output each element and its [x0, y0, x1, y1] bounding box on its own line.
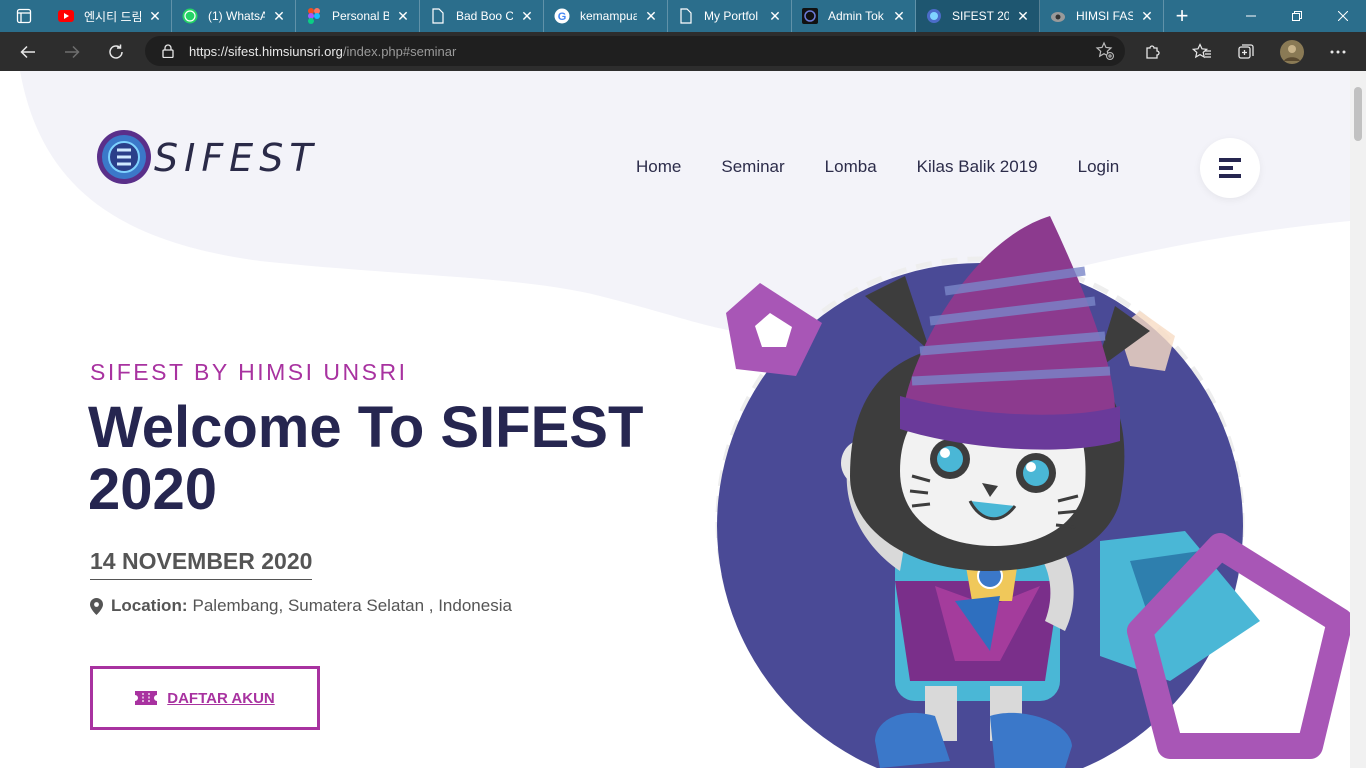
settings-menu-button[interactable]	[1316, 32, 1360, 71]
logo-text: SIFEST	[154, 136, 319, 180]
tab-bar: 엔시티 드림 ✕ (1) WhatsApp ✕ Personal Br ✕ Ba…	[0, 0, 1366, 32]
close-tab-icon[interactable]: ✕	[271, 8, 287, 24]
plus-icon: +	[1175, 3, 1189, 28]
page-scrollbar[interactable]	[1350, 71, 1366, 768]
close-tab-icon[interactable]: ✕	[519, 8, 535, 24]
favorites-button[interactable]	[1180, 32, 1224, 71]
close-tab-icon[interactable]: ✕	[891, 8, 907, 24]
event-date: 14 NOVEMBER 2020	[90, 548, 313, 580]
site-logo[interactable]: SIFEST	[96, 127, 319, 187]
collections-button[interactable]	[1224, 32, 1268, 71]
url-host: https://sifest.himsiunsri.org	[189, 43, 343, 59]
close-icon	[1338, 11, 1348, 21]
profile-button[interactable]	[1270, 32, 1314, 71]
restore-icon	[1292, 11, 1302, 21]
forward-button[interactable]	[50, 32, 94, 71]
hero-title: Welcome To SIFEST 2020	[88, 395, 644, 522]
register-button-label: DAFTAR AKUN	[167, 689, 275, 707]
whatsapp-icon	[182, 8, 198, 24]
google-icon: G	[554, 8, 570, 24]
sifest-icon	[926, 8, 942, 24]
nav-seminar[interactable]: Seminar	[721, 157, 784, 177]
browser-tab-active[interactable]: SIFEST 202 ✕	[916, 0, 1040, 32]
page-icon	[430, 8, 446, 24]
puzzle-icon	[1146, 44, 1160, 59]
scrollbar-thumb[interactable]	[1354, 87, 1362, 141]
nav-login[interactable]: Login	[1078, 157, 1120, 177]
browser-tab[interactable]: Bad Boo Cl ✕	[420, 0, 544, 32]
main-nav: Home Seminar Lomba Kilas Balik 2019 Logi…	[636, 157, 1119, 177]
collections-icon	[1238, 43, 1254, 59]
restore-button[interactable]	[1274, 0, 1320, 32]
minimize-icon	[1246, 15, 1256, 17]
register-button[interactable]: DAFTAR AKUN	[90, 666, 320, 730]
tab-title: HIMSI FASI	[1076, 9, 1133, 23]
url-path: /index.php#seminar	[342, 43, 457, 59]
arrow-right-icon	[65, 45, 80, 58]
refresh-icon	[109, 44, 123, 59]
more-icon	[1330, 50, 1346, 53]
tab-title: My Portfol	[704, 9, 759, 23]
extensions-button[interactable]	[1131, 32, 1175, 71]
close-tab-icon[interactable]: ✕	[1139, 8, 1155, 24]
close-tab-icon[interactable]: ✕	[767, 8, 783, 24]
hamburger-menu-button[interactable]	[1200, 138, 1260, 198]
map-pin-icon	[90, 597, 103, 615]
nav-kilas-balik[interactable]: Kilas Balik 2019	[917, 157, 1038, 177]
web-page: SIFEST Home Seminar Lomba Kilas Balik 20…	[0, 71, 1350, 768]
minimize-button[interactable]	[1228, 0, 1274, 32]
add-favorite-icon[interactable]	[1095, 41, 1115, 66]
lock-icon[interactable]	[153, 44, 183, 58]
youtube-icon	[58, 8, 74, 24]
nav-home[interactable]: Home	[636, 157, 681, 177]
browser-tab[interactable]: Admin Tok ✕	[792, 0, 916, 32]
back-button[interactable]	[6, 32, 50, 71]
hero-eyebrow: SIFEST BY HIMSI UNSRI	[90, 359, 408, 385]
admin-icon	[802, 8, 818, 24]
tab-title: Admin Tok	[828, 9, 884, 23]
menu-icon	[1219, 158, 1241, 178]
svg-text:G: G	[558, 11, 567, 23]
browser-tab[interactable]: HIMSI FASI ✕	[1040, 0, 1164, 32]
arrow-left-icon	[20, 45, 35, 58]
avatar	[1280, 39, 1304, 64]
browser-tab[interactable]: My Portfol ✕	[668, 0, 792, 32]
tab-title: SIFEST 202	[952, 9, 1009, 23]
tab-title: Personal Br	[332, 9, 389, 23]
url-bar[interactable]: https://sifest.himsiunsri.org/index.php#…	[145, 36, 1125, 66]
himsi-icon	[1050, 8, 1066, 24]
tab-title: Bad Boo Cl	[456, 9, 513, 23]
tab-title: kemampuan	[580, 9, 637, 23]
ticket-icon	[135, 691, 158, 705]
nav-lomba[interactable]: Lomba	[825, 157, 877, 177]
browser-tab[interactable]: G kemampuan ✕	[544, 0, 668, 32]
close-tab-icon[interactable]: ✕	[147, 8, 163, 24]
new-tab-button[interactable]: +	[1164, 0, 1200, 32]
close-tab-icon[interactable]: ✕	[643, 8, 659, 24]
url-text[interactable]: https://sifest.himsiunsri.org/index.php#…	[189, 44, 456, 59]
tab-actions-button[interactable]	[0, 0, 48, 32]
tab-title: (1) WhatsApp	[208, 9, 265, 23]
favorites-icon	[1192, 42, 1211, 58]
refresh-button[interactable]	[94, 32, 138, 71]
close-tab-icon[interactable]: ✕	[1015, 8, 1031, 24]
location-label: Location:	[111, 596, 188, 615]
tab-actions-icon	[16, 8, 32, 24]
mascot-illustration	[715, 216, 1350, 768]
browser-tab[interactable]: (1) WhatsApp ✕	[172, 0, 296, 32]
close-tab-icon[interactable]: ✕	[395, 8, 411, 24]
location-value: Palembang, Sumatera Selatan , Indonesia	[192, 596, 512, 615]
browser-tab[interactable]: Personal Br ✕	[296, 0, 420, 32]
figma-icon	[306, 8, 322, 24]
event-location: Location: Palembang, Sumatera Selatan , …	[90, 596, 512, 616]
close-window-button[interactable]	[1320, 0, 1366, 32]
page-icon	[678, 8, 694, 24]
tab-title: 엔시티 드림	[84, 9, 141, 24]
sifest-logo-icon	[97, 130, 151, 184]
browser-tab[interactable]: 엔시티 드림 ✕	[48, 0, 172, 32]
